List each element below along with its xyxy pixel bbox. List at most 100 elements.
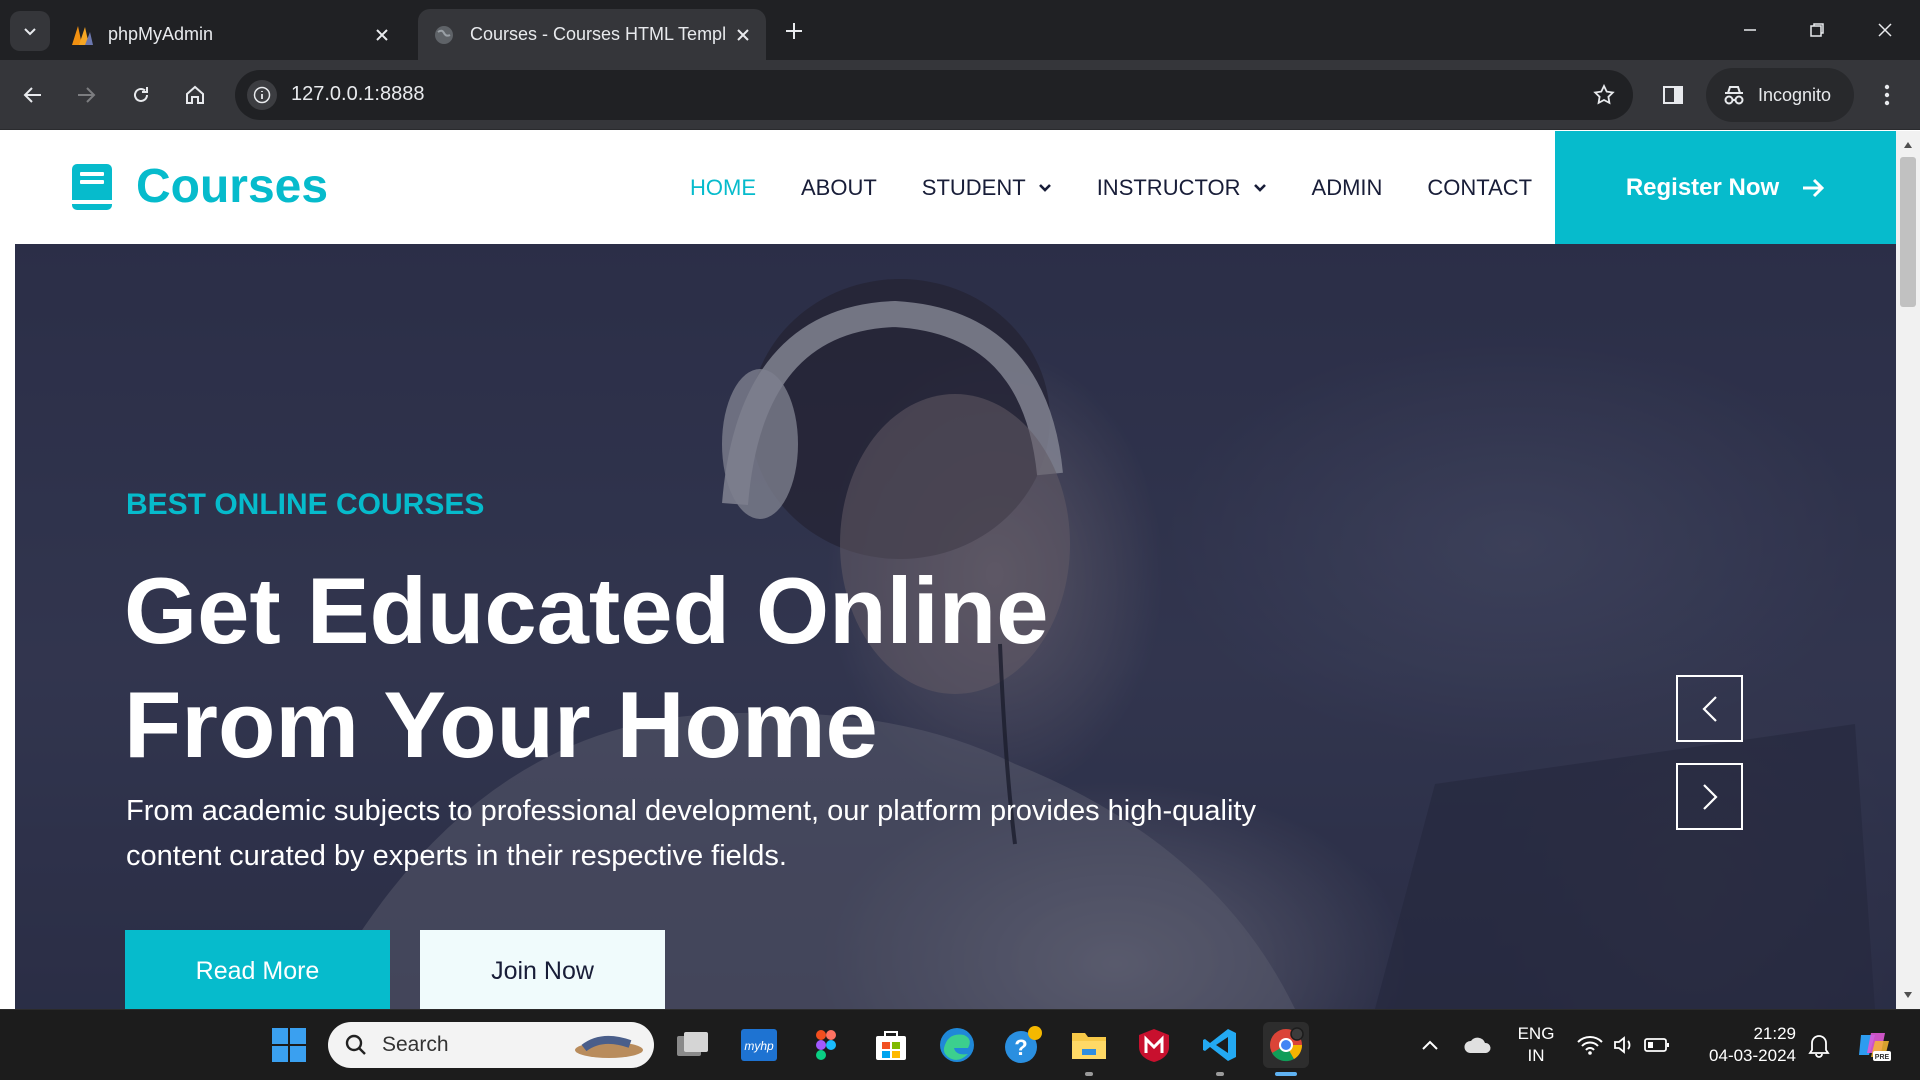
reload-button[interactable] — [121, 75, 161, 115]
vscode-icon[interactable] — [1197, 1022, 1243, 1068]
task-view-icon[interactable] — [670, 1022, 716, 1068]
nav-instructor-label: INSTRUCTOR — [1096, 174, 1241, 200]
quick-settings[interactable] — [1571, 1022, 1675, 1068]
language-indicator[interactable]: ENG IN — [1509, 1023, 1563, 1067]
carousel-prev-button[interactable] — [1676, 675, 1743, 742]
minimize-icon — [1744, 29, 1756, 31]
restore-button[interactable] — [1787, 8, 1847, 52]
incognito-label: Incognito — [1758, 84, 1832, 105]
copilot-icon[interactable]: PRE — [1851, 1022, 1897, 1068]
onedrive-cloud-icon[interactable] — [1455, 1022, 1501, 1068]
carousel-next-button[interactable] — [1676, 763, 1743, 830]
browser-tab-strip: phpMyAdmin Courses - Courses HTML Templ — [0, 0, 1920, 60]
figma-icon[interactable] — [803, 1022, 849, 1068]
tab-courses[interactable]: Courses - Courses HTML Templ — [418, 9, 766, 60]
incognito-badge[interactable]: Incognito — [1706, 68, 1854, 122]
windows-start-icon[interactable] — [266, 1022, 312, 1068]
arrow-right-icon — [78, 87, 96, 103]
nav-home[interactable]: HOME — [690, 175, 756, 201]
hero-title-line2: From Your Home — [124, 672, 878, 777]
svg-text:myhp: myhp — [744, 1039, 774, 1053]
close-tab-icon[interactable] — [730, 22, 756, 48]
site-info-icon[interactable] — [247, 80, 277, 110]
chevron-down-icon — [1038, 183, 1051, 192]
nav-contact[interactable]: CONTACT — [1427, 175, 1532, 201]
restore-icon — [1810, 23, 1824, 37]
chevron-down-icon — [1253, 183, 1266, 192]
chevron-down-icon — [24, 28, 36, 36]
search-icon — [345, 1034, 366, 1055]
forward-button[interactable] — [66, 75, 106, 115]
side-panel-button[interactable] — [1653, 75, 1693, 115]
scroll-down-icon[interactable] — [1902, 989, 1914, 1001]
svg-text:PRE: PRE — [1875, 1054, 1890, 1061]
search-highlight-icon — [575, 1035, 643, 1058]
browser-toolbar: 127.0.0.1:8888 Incognito — [0, 60, 1920, 130]
register-now-label: Register Now — [1625, 173, 1780, 201]
address-bar[interactable]: 127.0.0.1:8888 — [235, 70, 1633, 120]
close-icon — [1878, 23, 1892, 37]
taskbar-search-box[interactable]: Search — [328, 1022, 654, 1068]
tab-phpmyadmin[interactable]: phpMyAdmin — [60, 9, 405, 60]
scroll-up-icon[interactable] — [1902, 139, 1914, 151]
running-indicator — [1216, 1072, 1224, 1076]
tab-title: phpMyAdmin — [108, 24, 214, 44]
close-window-button[interactable] — [1855, 8, 1915, 52]
edge-icon[interactable] — [934, 1022, 980, 1068]
nav-student-label: STUDENT — [921, 174, 1026, 200]
register-now-button[interactable]: Register Now — [1555, 131, 1896, 244]
globe-icon — [432, 23, 456, 47]
notification-bell-icon[interactable] — [1796, 1022, 1842, 1068]
chevron-left-icon — [1701, 695, 1717, 722]
main-nav: HOME ABOUT STUDENT INSTRUCTOR ADMIN CONT… — [690, 131, 1577, 244]
close-tab-icon[interactable] — [369, 22, 395, 48]
myhp-icon[interactable]: myhp — [736, 1022, 782, 1068]
nav-instructor[interactable]: INSTRUCTOR — [1097, 175, 1267, 201]
running-indicator — [1085, 1072, 1093, 1076]
hero-title-line1: Get Educated Online — [124, 558, 1049, 663]
book-icon — [72, 163, 112, 210]
logo-text: Courses — [136, 160, 329, 213]
bookmark-star-icon[interactable] — [1589, 80, 1619, 110]
tab-search-button[interactable] — [10, 11, 50, 51]
site-logo[interactable]: Courses — [70, 159, 328, 214]
page-scrollbar[interactable] — [1896, 131, 1920, 1009]
reload-icon — [134, 87, 148, 102]
active-indicator — [1275, 1072, 1297, 1076]
phpmyadmin-icon — [70, 23, 94, 47]
nav-student[interactable]: STUDENT — [922, 175, 1052, 201]
tab-title: Courses - Courses HTML Templ — [470, 24, 727, 44]
hero-description: From academic subjects to professional d… — [126, 795, 1256, 872]
file-explorer-icon[interactable] — [1066, 1022, 1112, 1068]
back-button[interactable] — [13, 75, 53, 115]
chevron-right-icon — [1702, 783, 1718, 810]
nav-admin[interactable]: ADMIN — [1312, 175, 1383, 201]
tray-chevron-up-icon[interactable] — [1407, 1022, 1453, 1068]
incognito-icon — [1724, 86, 1744, 105]
url-text[interactable]: 127.0.0.1:8888 — [291, 83, 424, 106]
clock-time: 21:29 — [1753, 1024, 1796, 1043]
svg-text:?: ? — [1014, 1035, 1027, 1060]
windows-taskbar: Search myhp ? ENG IN 21:29 04-03-2024 PR… — [0, 1009, 1920, 1080]
nav-about[interactable]: ABOUT — [801, 175, 877, 201]
read-more-button[interactable]: Read More — [125, 930, 390, 1009]
hero-carousel: BEST ONLINE COURSES Get Educated Online … — [15, 244, 1896, 1009]
new-tab-button[interactable] — [779, 16, 809, 46]
minimize-button[interactable] — [1720, 8, 1780, 52]
clock-date: 04-03-2024 — [1709, 1046, 1796, 1065]
scrollbar-thumb[interactable] — [1900, 157, 1916, 307]
home-icon — [186, 85, 204, 104]
arrow-left-icon — [23, 87, 41, 103]
mcafee-icon[interactable] — [1131, 1022, 1177, 1068]
browser-menu-button[interactable] — [1867, 75, 1907, 115]
chrome-icon[interactable] — [1263, 1022, 1309, 1068]
arrow-right-icon — [1803, 178, 1825, 197]
clock[interactable]: 21:29 04-03-2024 — [1696, 1023, 1796, 1067]
battery-icon — [1644, 1038, 1669, 1052]
microsoft-store-icon[interactable] — [868, 1022, 914, 1068]
get-help-icon[interactable]: ? — [1000, 1022, 1046, 1068]
join-now-button[interactable]: Join Now — [420, 930, 665, 1009]
home-button[interactable] — [175, 75, 215, 115]
more-vertical-icon — [1884, 84, 1890, 106]
plus-icon — [786, 23, 802, 39]
